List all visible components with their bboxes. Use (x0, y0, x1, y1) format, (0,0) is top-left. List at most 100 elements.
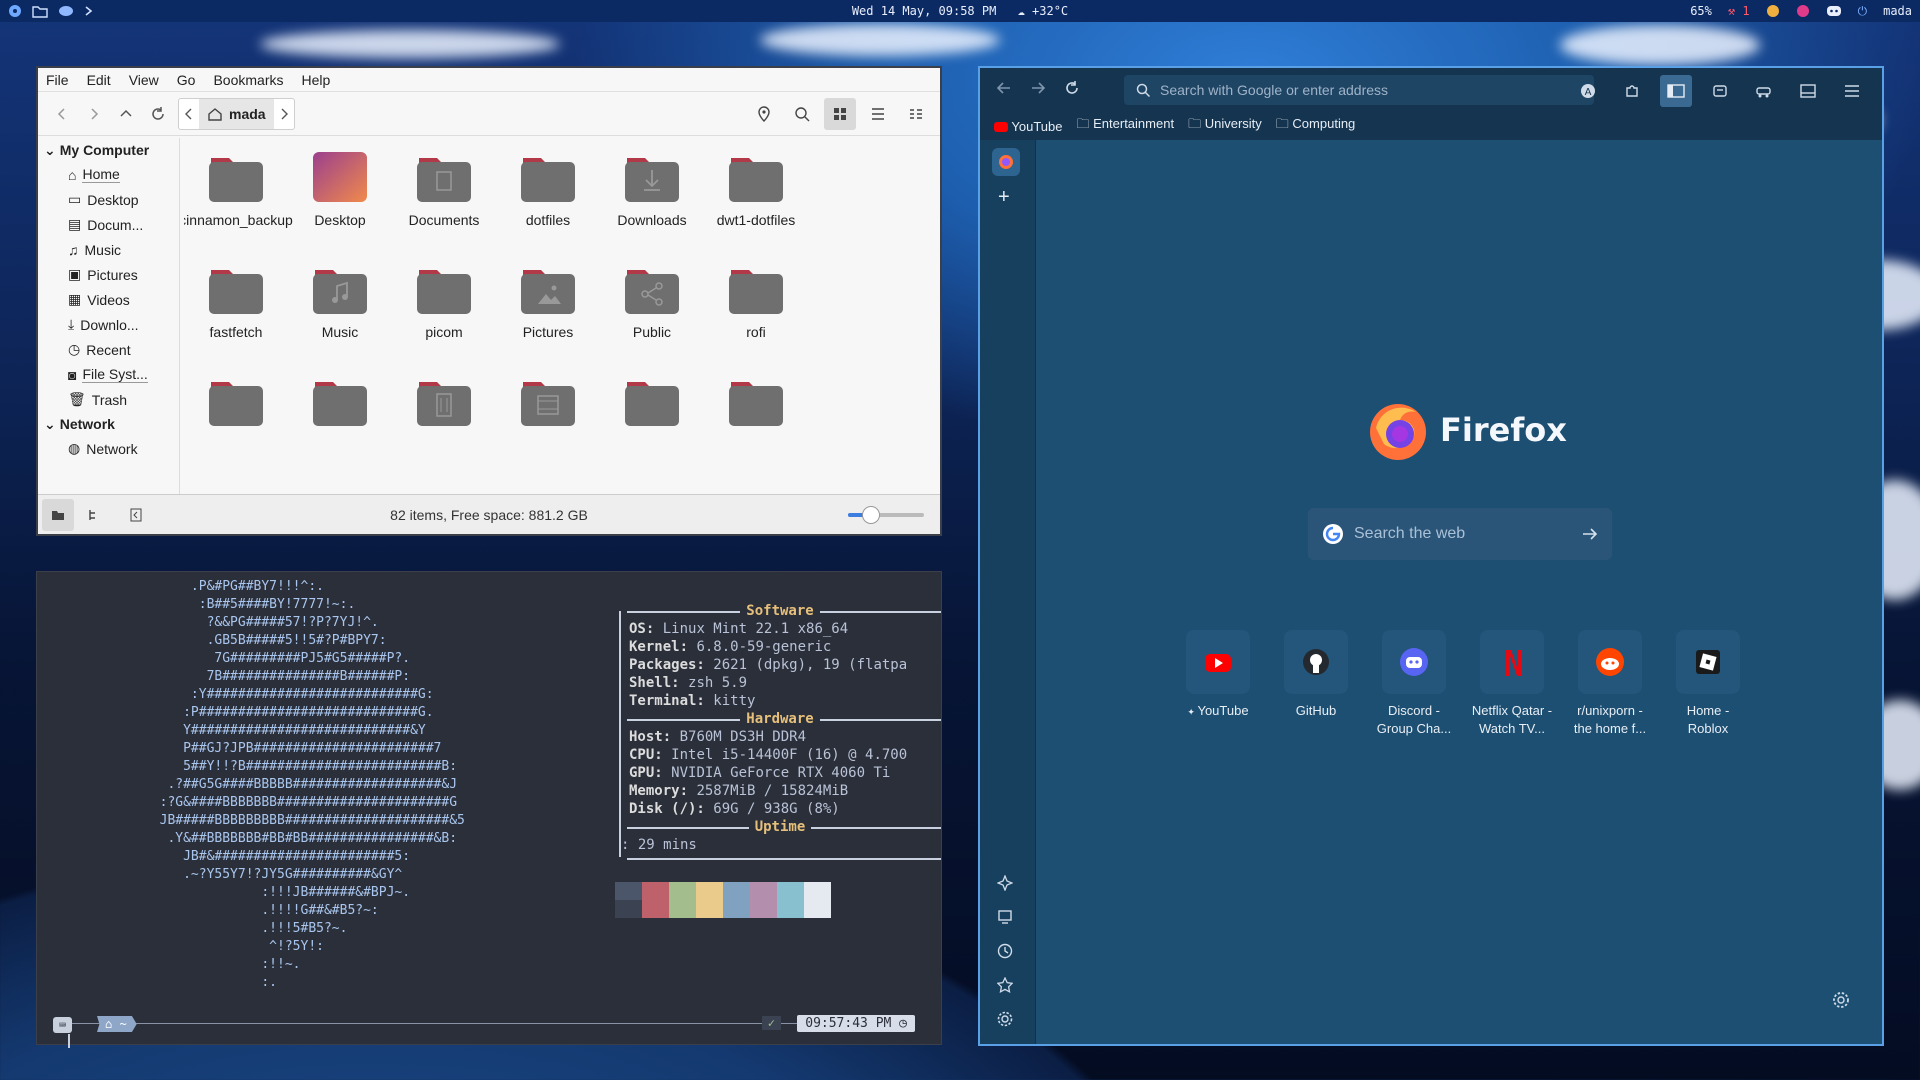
top-site-label[interactable]: Netflix Qatar - Watch TV... (1460, 702, 1564, 738)
top-site-label[interactable]: r/unixporn - the home f... (1558, 702, 1662, 738)
sidebar-section-my-computer[interactable]: ⌄ My Computer (38, 138, 179, 162)
show-tree-button[interactable] (78, 499, 110, 531)
bookmark-folder-university[interactable]: 🗀 University (1188, 115, 1262, 137)
sidebar-item-filesystem[interactable]: ◙ File Syst... (38, 362, 179, 387)
sidebar-item-downloads[interactable]: ⤓ Downlo... (38, 312, 179, 337)
top-site-roblox[interactable] (1676, 630, 1740, 694)
web-search-box[interactable]: Search the web (1308, 508, 1612, 560)
top-site-title: YouTube (1197, 703, 1249, 718)
bookmark-youtube[interactable]: YouTube (994, 119, 1062, 134)
menu-bookmarks[interactable]: Bookmarks (213, 72, 283, 88)
new-tab-button[interactable]: + (998, 186, 1010, 209)
zoom-slider-handle[interactable] (861, 505, 880, 524)
weather[interactable]: +32°C (1032, 4, 1068, 18)
containers-button[interactable] (1748, 75, 1780, 107)
folder-item[interactable] (694, 374, 818, 428)
tray-app-icon[interactable] (1766, 4, 1780, 18)
terminal-icon[interactable] (84, 4, 98, 18)
discord-tray-icon[interactable] (1826, 5, 1842, 17)
cloud-decoration (260, 30, 560, 58)
info-row: OS: Linux Mint 22.1 x86_64 (619, 620, 941, 638)
icon-view-button[interactable] (824, 98, 856, 130)
compact-view-button[interactable] (900, 98, 932, 130)
top-site-netflix[interactable] (1480, 630, 1544, 694)
home-icon: ⌂ (68, 166, 77, 183)
top-site-label[interactable]: Home - Roblox (1656, 702, 1760, 738)
sidebar-item-documents[interactable]: ▤ Docum... (38, 212, 179, 237)
info-key: Shell: (629, 675, 680, 691)
path-left-button[interactable] (179, 98, 199, 130)
back-button[interactable] (46, 98, 78, 130)
top-site-discord[interactable] (1382, 630, 1446, 694)
terminal-window[interactable]: .P&#PG##BY7!!!^:. :B##5####BY!7777!~:. ?… (36, 571, 942, 1048)
path-right-button[interactable] (274, 98, 294, 130)
archive-icon (1713, 85, 1727, 97)
bookmarks-icon[interactable] (996, 976, 1014, 998)
top-site-youtube[interactable] (1186, 630, 1250, 694)
menu-file[interactable]: File (46, 72, 69, 88)
clock[interactable]: Wed 14 May, 09:58 PM (852, 4, 997, 18)
bookmark-folder-computing[interactable]: 🗀 Computing (1276, 115, 1356, 137)
app-menu-button[interactable] (1836, 75, 1868, 107)
color-swatch (804, 882, 831, 918)
puzzle-icon (1626, 85, 1638, 97)
zoom-slider[interactable] (848, 505, 924, 524)
top-site-label[interactable]: GitHub (1264, 702, 1368, 720)
reload-button[interactable] (142, 98, 174, 130)
chat-icon[interactable] (58, 4, 74, 18)
sidebar-button[interactable] (1660, 75, 1692, 107)
sidebar-item-home[interactable]: ⌂ Home (38, 162, 179, 187)
menu-icon[interactable] (8, 4, 22, 18)
url-bar[interactable]: Search with Google or enter address (1124, 75, 1594, 105)
folder-icon[interactable] (32, 4, 48, 18)
username[interactable]: mada (1883, 4, 1912, 18)
top-site-github[interactable] (1284, 630, 1348, 694)
updates-indicator[interactable]: ⚒ 1 (1728, 4, 1750, 18)
top-site-label[interactable]: Discord - Group Cha... (1362, 702, 1466, 738)
sidebar-item-recent[interactable]: ◷ Recent (38, 337, 179, 362)
tab-view-button[interactable] (1792, 75, 1824, 107)
bookmark-folder-entertainment[interactable]: 🗀 Entertainment (1076, 115, 1174, 137)
sidebar-item-desktop[interactable]: ▭ Desktop (38, 187, 179, 212)
forward-button[interactable] (1030, 80, 1046, 101)
sidebar-item-videos[interactable]: ▦ Videos (38, 287, 179, 312)
up-button[interactable] (110, 98, 142, 130)
menu-help[interactable]: Help (302, 72, 331, 88)
customize-button[interactable] (1832, 991, 1850, 1014)
tray-app-icon[interactable] (1796, 4, 1810, 18)
back-button[interactable] (996, 80, 1012, 101)
pocket-button[interactable] (1704, 75, 1736, 107)
menu-go[interactable]: Go (177, 72, 196, 88)
top-site-label[interactable]: ✦ YouTube (1166, 702, 1270, 721)
color-swatch (750, 882, 777, 918)
search-button[interactable] (786, 98, 818, 130)
cloud-decoration (760, 24, 1000, 56)
tab-newtab[interactable] (992, 148, 1020, 176)
folder-item[interactable]: rofi (694, 262, 818, 340)
account-button[interactable]: A (1572, 75, 1604, 107)
sidebar-item-network[interactable]: ◍ Network (38, 436, 179, 461)
toggle-sidebar-button[interactable] (120, 499, 152, 531)
ai-chat-icon[interactable] (996, 874, 1014, 896)
menu-edit[interactable]: Edit (87, 72, 111, 88)
sidebar-item-trash[interactable]: 🗑 Trash (38, 387, 179, 412)
battery-level[interactable]: 65% (1690, 4, 1712, 18)
sidebar-section-network[interactable]: ⌄ Network (38, 412, 179, 436)
reload-button[interactable] (1064, 80, 1080, 101)
folder-icon (52, 510, 64, 520)
extensions-button[interactable] (1616, 75, 1648, 107)
synced-tabs-icon[interactable] (997, 909, 1013, 930)
show-places-button[interactable] (42, 498, 74, 531)
path-segment-home[interactable]: mada (199, 98, 274, 129)
sidebar-item-music[interactable]: ♫ Music (38, 237, 179, 262)
history-icon[interactable] (997, 943, 1013, 964)
settings-icon[interactable] (997, 1011, 1013, 1032)
location-button[interactable] (748, 98, 780, 130)
folder-item[interactable]: dwt1-dotfiles (694, 150, 818, 228)
menu-view[interactable]: View (129, 72, 159, 88)
power-icon[interactable]: ⏻ (1858, 4, 1868, 19)
top-site-reddit[interactable] (1578, 630, 1642, 694)
list-view-button[interactable] (862, 98, 894, 130)
sidebar-item-pictures[interactable]: ▣ Pictures (38, 262, 179, 287)
forward-button[interactable] (78, 98, 110, 130)
